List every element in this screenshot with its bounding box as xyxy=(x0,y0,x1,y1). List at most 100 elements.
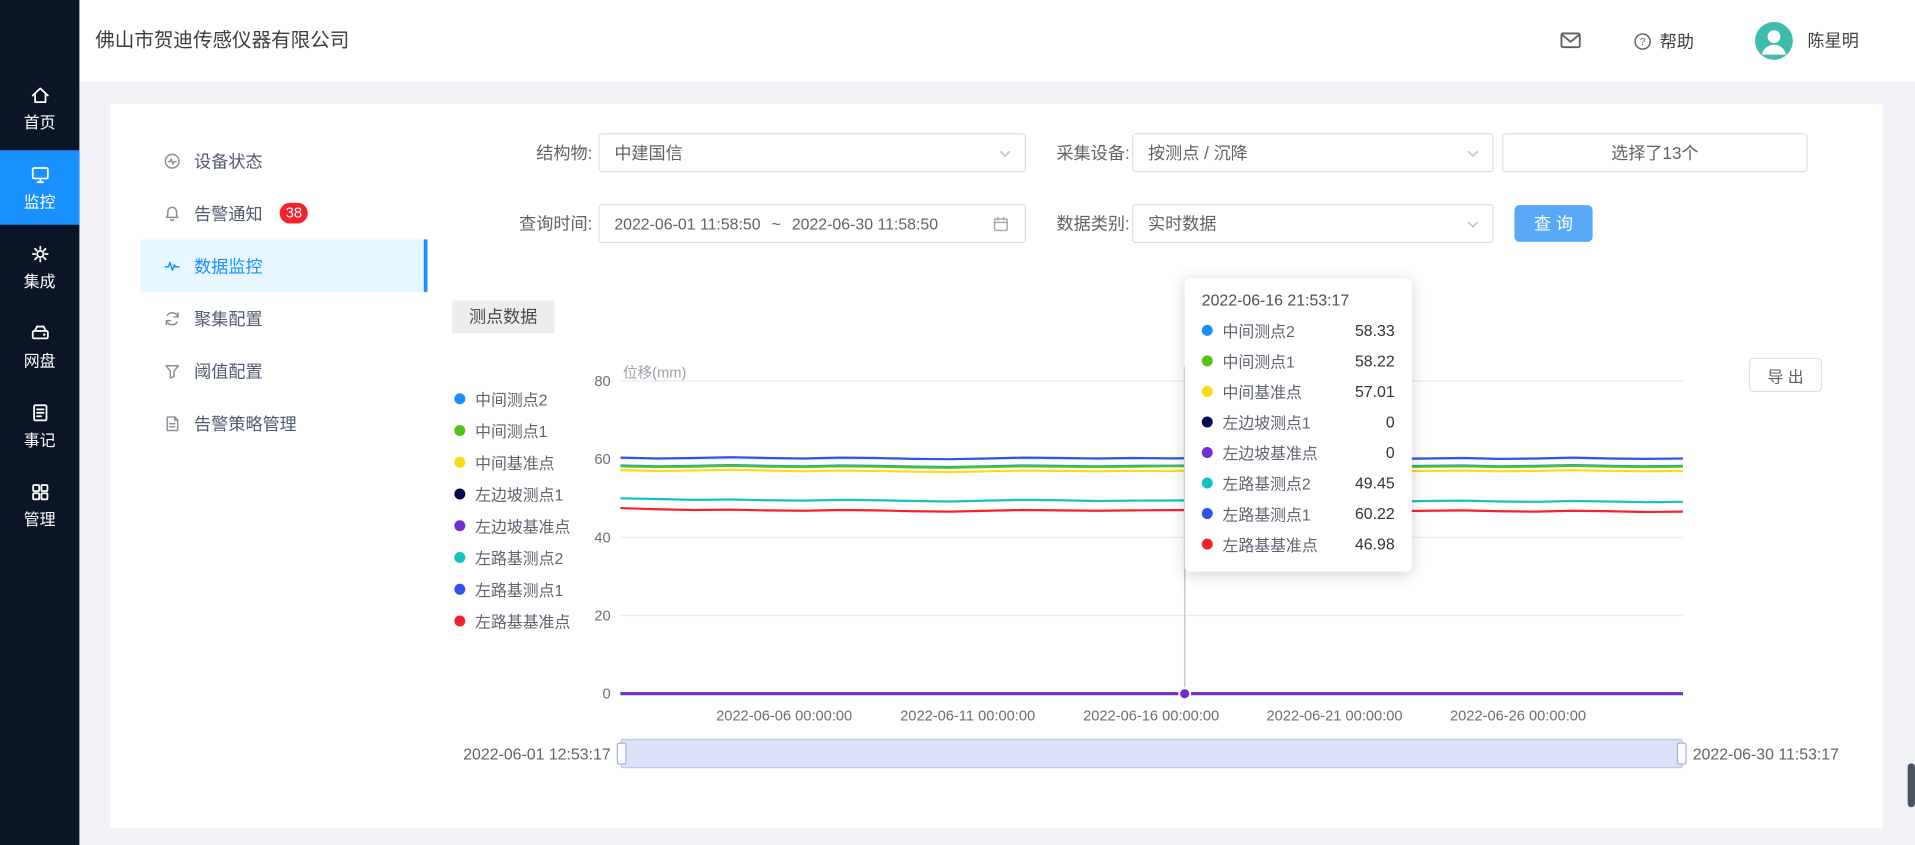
sidebar-item-home[interactable]: 首页 xyxy=(0,71,79,145)
tooltip-series-dot-icon xyxy=(1202,355,1213,366)
sidebar-item-management[interactable]: 管理 xyxy=(0,468,79,542)
legend-dot-icon xyxy=(454,456,465,467)
menu-item-data-monitoring[interactable]: 数据监控 xyxy=(140,239,427,292)
help-icon: ? xyxy=(1633,31,1653,51)
content-panel: 设备状态 告警通知 38 数据监控 聚集配置 xyxy=(110,104,1883,828)
menu-item-label: 聚集配置 xyxy=(194,306,262,330)
time-label: 查询时间: xyxy=(476,204,592,243)
sidebar-item-integration[interactable]: 集成 xyxy=(0,230,79,304)
sidebar-item-label: 集成 xyxy=(24,272,56,290)
tooltip-series-name: 中间测点1 xyxy=(1223,349,1295,372)
structure-select[interactable]: 中建国信 xyxy=(598,133,1025,172)
legend-label: 左路基测点2 xyxy=(475,545,563,568)
time-range-picker[interactable]: 2022-06-01 11:58:50 ~ 2022-06-30 11:58:5… xyxy=(598,204,1025,243)
legend-item-1[interactable]: 中间测点2 xyxy=(454,382,570,414)
tooltip-row: 中间基准点 57.01 xyxy=(1202,376,1395,407)
x-axis-tick-label: 2022-06-06 00:00:00 xyxy=(693,706,876,726)
points-multiselect[interactable]: 选择了13个 xyxy=(1502,133,1807,172)
tooltip-row: 左路基基准点 46.98 xyxy=(1202,529,1395,560)
tooltip-timestamp: 2022-06-16 21:53:17 xyxy=(1202,291,1395,309)
menu-item-label: 阈值配置 xyxy=(194,358,262,382)
device-value: 按测点 / 沉降 xyxy=(1148,140,1248,164)
legend-label: 左边坡基准点 xyxy=(475,514,570,537)
sidebar-item-label: 事记 xyxy=(24,431,56,449)
help-button[interactable]: ? 帮助 xyxy=(1633,0,1694,82)
tooltip-row: 左路基测点249.45 xyxy=(1202,468,1395,499)
mail-icon[interactable] xyxy=(1558,28,1582,52)
menu-item-device-status[interactable]: 设备状态 xyxy=(140,134,427,187)
legend-dot-icon xyxy=(454,520,465,531)
tooltip-series-value: 58.22 xyxy=(1355,352,1395,370)
menu-item-label: 设备状态 xyxy=(194,148,262,172)
refresh-icon xyxy=(162,308,182,328)
chart-tooltip: 2022-06-16 21:53:17 中间测点2 58.33 中间测点1 58.22… xyxy=(1185,278,1412,571)
menu-item-threshold-config[interactable]: 阈值配置 xyxy=(140,344,427,397)
tooltip-series-name: 左路基测点2 xyxy=(1223,471,1311,494)
legend-item-2[interactable]: 中间测点1 xyxy=(454,414,570,446)
legend-label: 左边坡测点1 xyxy=(475,482,563,505)
vertical-scrollbar-thumb[interactable] xyxy=(1908,763,1915,807)
time-end-value: 2022-06-30 11:58:50 xyxy=(792,214,938,232)
structure-label: 结构物: xyxy=(476,133,592,172)
username[interactable]: 陈星明 xyxy=(1808,0,1859,82)
time-start-value: 2022-06-01 11:58:50 xyxy=(614,214,760,232)
legend-dot-icon xyxy=(454,551,465,562)
menu-item-aggregation-config[interactable]: 聚集配置 xyxy=(140,292,427,345)
tooltip-row: 左路基测点160.22 xyxy=(1202,498,1395,529)
sidebar-item-label: 网盘 xyxy=(24,352,56,370)
x-axis-tick-label: 2022-06-11 00:00:00 xyxy=(876,706,1059,726)
tooltip-series-value: 58.33 xyxy=(1355,321,1395,339)
alarm-count-badge: 38 xyxy=(280,203,309,224)
user-avatar[interactable] xyxy=(1755,22,1793,60)
tooltip-series-dot-icon xyxy=(1202,539,1213,550)
points-selected-value: 选择了13个 xyxy=(1611,140,1698,164)
datazoom-left-handle[interactable] xyxy=(617,743,627,765)
datazoom-right-handle[interactable] xyxy=(1677,743,1687,765)
legend-label: 左路基基准点 xyxy=(475,609,570,632)
line-chart[interactable] xyxy=(620,366,1683,702)
legend-item-5[interactable]: 左边坡基准点 xyxy=(454,509,570,541)
brush-start-label: 2022-06-01 12:53:17 xyxy=(418,744,611,765)
tooltip-series-name: 中间基准点 xyxy=(1223,380,1302,403)
legend-label: 中间测点2 xyxy=(475,387,547,410)
legend-dot-icon xyxy=(454,424,465,435)
menu-item-alarm-notifications[interactable]: 告警通知 38 xyxy=(140,187,427,240)
legend-item-3[interactable]: 中间基准点 xyxy=(454,446,570,478)
tooltip-row: 左边坡测点10 xyxy=(1202,407,1395,438)
tooltip-series-value: 57.01 xyxy=(1355,382,1395,400)
menu-item-alarm-policy[interactable]: 告警策略管理 xyxy=(140,397,427,450)
chevron-down-icon xyxy=(1464,145,1481,162)
query-button[interactable]: 查 询 xyxy=(1514,205,1592,242)
x-axis-tick-label: 2022-06-21 00:00:00 xyxy=(1243,706,1426,726)
tooltip-series-value: 46.98 xyxy=(1355,535,1395,553)
legend-dot-icon xyxy=(454,615,465,626)
tooltip-series-dot-icon xyxy=(1202,508,1213,519)
tooltip-series-name: 中间测点2 xyxy=(1223,319,1295,342)
chart-area xyxy=(620,366,1683,702)
tooltip-row: 左边坡基准点0 xyxy=(1202,437,1395,468)
menu-item-label: 告警策略管理 xyxy=(194,411,297,435)
legend-item-7[interactable]: 左路基测点1 xyxy=(454,573,570,605)
company-title: 佛山市贺迪传感仪器有限公司 xyxy=(95,0,349,82)
menu-item-label: 告警通知 xyxy=(194,201,262,225)
sidebar-item-netdisk[interactable]: 网盘 xyxy=(0,309,79,383)
chevron-down-icon xyxy=(997,145,1014,162)
x-axis-tick-label: 2022-06-16 00:00:00 xyxy=(1060,706,1243,726)
tooltip-series-value: 0 xyxy=(1386,443,1395,461)
tooltip-series-name: 左路基基准点 xyxy=(1223,532,1318,555)
menu-item-label: 数据监控 xyxy=(194,253,262,277)
sidebar-item-monitoring[interactable]: 监控 xyxy=(0,150,79,224)
legend-item-8[interactable]: 左路基基准点 xyxy=(454,605,570,637)
sidebar-item-events[interactable]: 事记 xyxy=(0,388,79,462)
legend-item-4[interactable]: 左边坡测点1 xyxy=(454,478,570,510)
device-select[interactable]: 按测点 / 沉降 xyxy=(1132,133,1494,172)
datazoom-slider[interactable] xyxy=(620,739,1683,768)
tab-point-data[interactable]: 测点数据 xyxy=(452,300,555,333)
category-label: 数据类别: xyxy=(1020,204,1130,243)
tooltip-series-dot-icon xyxy=(1202,447,1213,458)
grid-icon xyxy=(29,481,51,503)
export-button[interactable]: 导 出 xyxy=(1749,358,1822,392)
category-select[interactable]: 实时数据 xyxy=(1132,204,1494,243)
y-axis-tick-label: 0 xyxy=(540,684,611,704)
legend-item-6[interactable]: 左路基测点2 xyxy=(454,541,570,573)
